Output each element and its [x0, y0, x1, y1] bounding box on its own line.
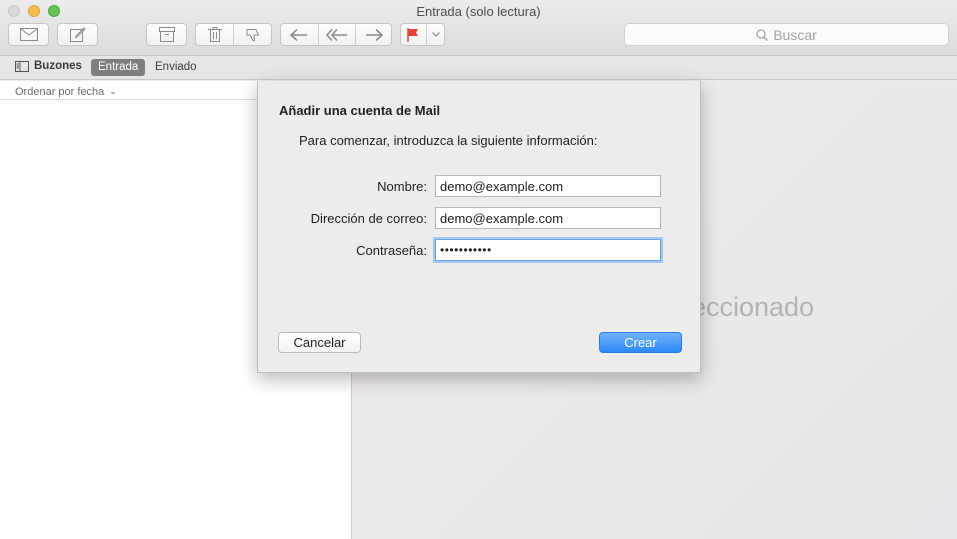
favorite-sent[interactable]: Enviado	[155, 60, 197, 75]
junk-button[interactable]	[234, 23, 272, 46]
delete-button[interactable]	[195, 23, 234, 46]
chevron-down-icon	[432, 32, 440, 37]
get-mail-button[interactable]	[8, 23, 49, 46]
compose-button[interactable]	[57, 23, 98, 46]
email-label: Dirección de correo:	[310, 211, 427, 226]
forward-button[interactable]	[356, 23, 392, 46]
name-label: Nombre:	[377, 179, 427, 194]
trash-icon	[208, 27, 222, 42]
flag-menu-button[interactable]	[427, 23, 445, 46]
sheet-subtitle: Para comenzar, introduzca la siguiente i…	[299, 133, 598, 148]
sort-label: Ordenar por fecha	[15, 85, 105, 98]
search-icon	[756, 28, 769, 41]
search-placeholder: Buscar	[773, 26, 817, 43]
add-account-sheet: Añadir una cuenta de Mail Para comenzar,…	[257, 81, 701, 373]
chevron-down-icon: ⌄	[109, 86, 117, 96]
cancel-button[interactable]: Cancelar	[278, 332, 361, 353]
archive-icon	[158, 27, 175, 42]
name-field[interactable]: demo@example.com	[435, 175, 661, 197]
archive-button[interactable]	[146, 23, 187, 46]
envelope-icon	[19, 28, 38, 41]
compose-icon	[69, 27, 86, 42]
window-title: Entrada (solo lectura)	[416, 4, 541, 19]
thumbs-down-icon	[246, 28, 259, 41]
flag-button[interactable]	[400, 23, 426, 46]
sheet-title: Añadir una cuenta de Mail	[279, 103, 441, 118]
reply-icon	[290, 28, 307, 41]
email-field[interactable]: demo@example.com	[435, 207, 661, 229]
forward-icon	[366, 28, 383, 41]
reply-all-icon	[326, 28, 347, 41]
mailboxes-button[interactable]: Buzones	[15, 60, 82, 72]
reply-all-button[interactable]	[319, 23, 355, 46]
favorite-inbox[interactable]: Entrada	[91, 59, 146, 76]
reply-button[interactable]	[280, 23, 318, 46]
mailboxes-label: Buzones	[34, 60, 82, 72]
password-field[interactable]: •••••••••••	[435, 239, 661, 261]
search-field[interactable]: Buscar	[624, 23, 949, 46]
password-label: Contraseña:	[356, 243, 427, 258]
sidebar-icon	[15, 60, 29, 72]
create-button[interactable]: Crear	[599, 332, 682, 353]
flag-icon	[407, 27, 418, 42]
title-toolbar: Entrada (solo lectura) Buscar	[0, 0, 957, 56]
favorites-bar: Buzones Entrada Enviado	[0, 56, 957, 80]
